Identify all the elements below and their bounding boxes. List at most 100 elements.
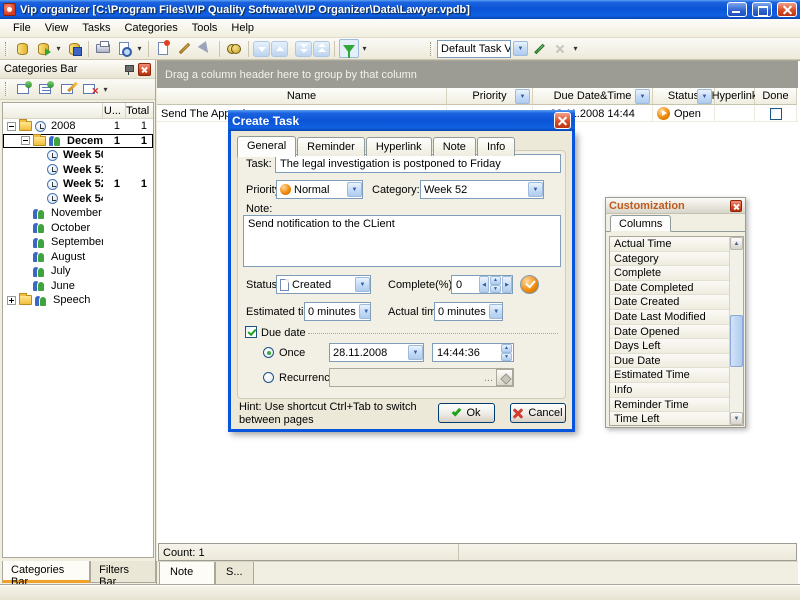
status-dropdown-icon[interactable] — [355, 277, 370, 292]
menu-tools[interactable]: Tools — [185, 20, 225, 36]
once-date-dropdown-icon[interactable] — [408, 345, 423, 360]
tree-item-july[interactable]: July — [3, 264, 153, 279]
tab-filters-bar[interactable]: Filters Bar — [90, 561, 156, 583]
dialog-tab-info[interactable]: Info — [477, 137, 515, 156]
complete-apply-button[interactable] — [520, 275, 539, 294]
column-header-done[interactable]: Done — [755, 88, 797, 105]
time-down-icon[interactable] — [501, 353, 512, 362]
task-input[interactable]: The legal investigation is postponed to … — [275, 154, 561, 173]
tree-item-week-54[interactable]: Week 54 — [3, 192, 153, 207]
expand-plus-icon[interactable] — [7, 296, 16, 305]
menu-help[interactable]: Help — [224, 20, 261, 36]
dialog-tab-general[interactable]: General — [237, 136, 296, 157]
tab-columns[interactable]: Columns — [610, 215, 671, 232]
once-date-combo[interactable]: 28.11.2008 — [329, 343, 424, 362]
once-radio[interactable] — [263, 347, 274, 358]
tree-item-decembe[interactable]: Decembe11 — [3, 134, 153, 149]
column-option-actual-time[interactable]: Actual Time — [610, 237, 729, 252]
tree-item-september[interactable]: September — [3, 235, 153, 250]
customize-view-button[interactable] — [529, 39, 549, 58]
column-header-name[interactable]: Name — [157, 88, 447, 105]
close-button[interactable] — [777, 2, 797, 17]
add-category-button[interactable] — [13, 80, 33, 98]
ok-button[interactable]: Ok — [438, 403, 495, 423]
customization-close-icon[interactable] — [730, 200, 742, 212]
tree-item-week-52[interactable]: Week 5211 — [3, 177, 153, 192]
column-header-priority[interactable]: Priority — [447, 88, 533, 105]
task-view-combo[interactable]: Default Task V — [437, 40, 511, 58]
priority-dropdown-icon[interactable] — [347, 182, 362, 197]
tree-item-november[interactable]: November — [3, 206, 153, 221]
column-option-due-date[interactable]: Due Date — [610, 354, 729, 369]
open-database-button[interactable] — [33, 39, 53, 58]
move-bottom-button[interactable] — [295, 41, 312, 57]
category-dropdown-icon[interactable] — [528, 182, 543, 197]
menu-file[interactable]: File — [6, 20, 38, 36]
print-preview-button[interactable] — [114, 39, 134, 58]
task-view-dropdown[interactable] — [513, 41, 528, 56]
dialog-tab-note[interactable]: Note — [433, 137, 476, 156]
actual-dropdown-icon[interactable] — [489, 304, 503, 319]
note-textarea[interactable]: Send notification to the CLient — [243, 215, 561, 267]
restore-button[interactable] — [752, 2, 772, 17]
expand-minus-icon[interactable] — [7, 122, 16, 131]
tree-item-2008[interactable]: 200811 — [3, 119, 153, 134]
complete-increment-icon[interactable] — [502, 276, 512, 293]
column-header-due-date-time[interactable]: Due Date&Time — [533, 88, 653, 105]
sidebar-toolbar-dropdown[interactable] — [101, 80, 110, 99]
edit-category-button[interactable] — [57, 80, 77, 98]
menu-tasks[interactable]: Tasks — [75, 20, 117, 36]
time-up-icon[interactable] — [501, 344, 512, 353]
column-option-estimated-time[interactable]: Estimated Time — [610, 368, 729, 383]
tree-item-october[interactable]: October — [3, 221, 153, 236]
new-database-button[interactable] — [12, 39, 32, 58]
estimated-dropdown-icon[interactable] — [359, 304, 371, 319]
minimize-button[interactable] — [727, 2, 747, 17]
customization-scrollbar[interactable] — [729, 237, 743, 425]
column-option-complete[interactable]: Complete — [610, 266, 729, 281]
column-option-reminder-time[interactable]: Reminder Time — [610, 398, 729, 413]
filter-dropdown-icon[interactable] — [697, 89, 712, 104]
scroll-down-icon[interactable] — [730, 412, 743, 425]
once-time-spinner[interactable]: 14:44:36 — [432, 343, 514, 362]
status-combo[interactable]: Created — [276, 275, 371, 294]
new-task-button[interactable] — [153, 39, 173, 58]
add-subcategory-button[interactable] — [35, 80, 55, 98]
tab-s-[interactable]: S... — [215, 562, 254, 585]
tree-item-speech[interactable]: Speech — [3, 293, 153, 308]
filter-button[interactable] — [339, 39, 359, 58]
tree-col-total[interactable]: Total — [125, 103, 153, 118]
cancel-button[interactable]: Cancel — [510, 403, 566, 423]
column-option-date-last-modified[interactable]: Date Last Modified — [610, 310, 729, 325]
move-down-button[interactable] — [253, 41, 270, 57]
tree-item-june[interactable]: June — [3, 279, 153, 294]
column-option-time-left[interactable]: Time Left — [610, 412, 729, 426]
move-top-button[interactable] — [313, 41, 330, 57]
complete-down-icon[interactable] — [490, 285, 501, 294]
dialog-close-icon[interactable] — [554, 112, 571, 129]
dialog-tab-reminder[interactable]: Reminder — [297, 137, 365, 156]
done-checkbox[interactable] — [770, 108, 782, 120]
category-combo[interactable]: Week 52 — [420, 180, 544, 199]
column-option-days-left[interactable]: Days Left — [610, 339, 729, 354]
toolbar-overflow-dropdown[interactable] — [571, 39, 580, 58]
group-by-band[interactable]: Drag a column header here to group by th… — [157, 61, 798, 88]
delete-category-button[interactable] — [79, 80, 99, 98]
print-dropdown[interactable] — [135, 39, 144, 58]
delete-view-button[interactable] — [550, 39, 570, 58]
complete-up-icon[interactable] — [490, 276, 501, 285]
sidebar-close-icon[interactable] — [138, 63, 151, 76]
recurrence-radio[interactable] — [263, 372, 274, 383]
tab-note[interactable]: Note — [159, 562, 215, 585]
move-up-button[interactable] — [271, 41, 288, 57]
complete-task-button[interactable] — [195, 39, 215, 58]
print-button[interactable] — [93, 39, 113, 58]
column-option-date-opened[interactable]: Date Opened — [610, 325, 729, 340]
actual-time-combo[interactable]: 0 minutes — [434, 302, 503, 321]
tab-categories-bar[interactable]: Categories Bar — [2, 561, 90, 583]
filter-dropdown-icon[interactable] — [635, 89, 650, 104]
column-option-info[interactable]: Info — [610, 383, 729, 398]
scroll-up-icon[interactable] — [730, 237, 743, 250]
open-database-dropdown[interactable] — [54, 39, 63, 58]
estimated-time-combo[interactable]: 0 minutes — [304, 302, 371, 321]
